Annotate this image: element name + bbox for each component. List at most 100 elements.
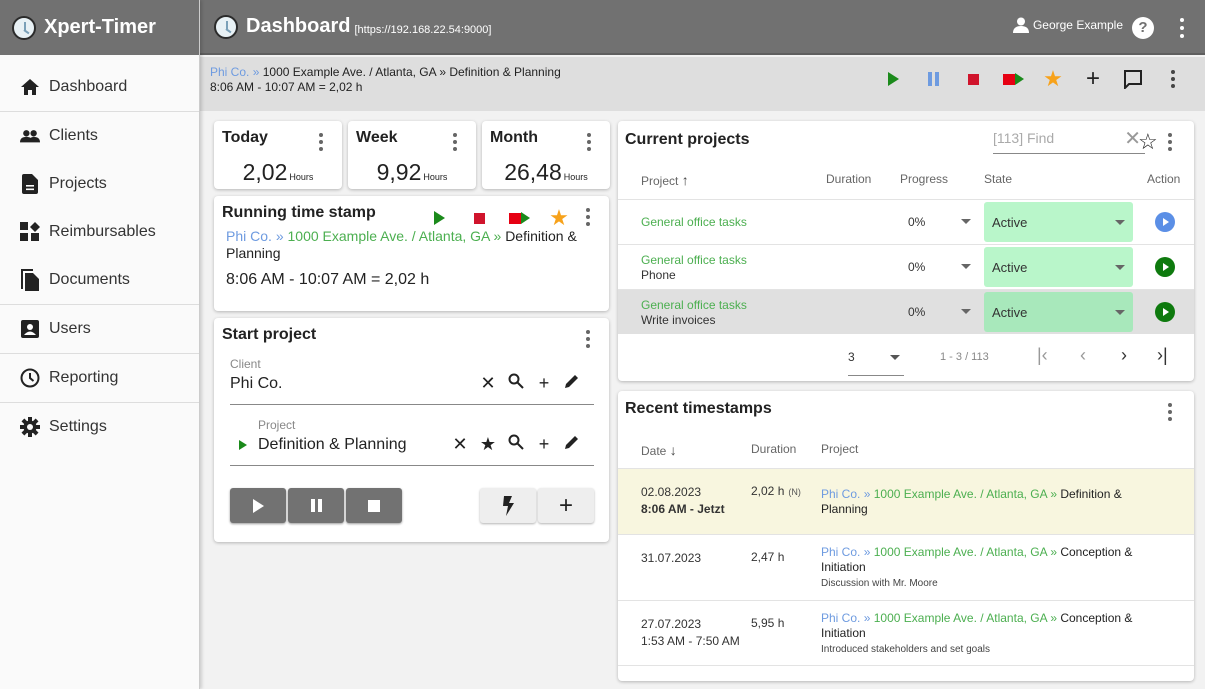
state-select[interactable]: Active: [984, 202, 1133, 242]
card-menu-button[interactable]: [1165, 133, 1175, 151]
home-icon: [20, 77, 40, 97]
favorites-star-icon[interactable]: ☆: [1138, 129, 1158, 155]
project-name[interactable]: General office tasks: [641, 253, 747, 267]
breadcrumb-client[interactable]: Phi Co.: [210, 65, 249, 79]
column-header-date[interactable]: Date ↓: [641, 442, 677, 458]
breadcrumb-project[interactable]: Definition & Planning: [449, 65, 560, 79]
sidebar-item-label: Documents: [49, 271, 130, 288]
play-button[interactable]: [873, 69, 913, 89]
stat-card-month: Month 26,48 Hours: [482, 121, 610, 189]
page-size-select[interactable]: 3: [848, 350, 904, 376]
table-row[interactable]: General office tasks Write invoices 0% A…: [618, 289, 1194, 334]
stop-icon: [473, 212, 485, 224]
project-name[interactable]: General office tasks: [641, 298, 747, 312]
person-icon: [1012, 17, 1029, 33]
sidebar-item-projects[interactable]: Projects: [0, 160, 199, 208]
card-menu-button[interactable]: [583, 330, 593, 348]
sidebar-item-users[interactable]: Users: [0, 305, 199, 353]
timestamp-duration: 2,47 h: [751, 550, 785, 564]
stop-button[interactable]: [459, 212, 499, 224]
add-button[interactable]: +: [1073, 67, 1113, 91]
sidebar-item-documents[interactable]: Documents: [0, 256, 199, 304]
next-page-button[interactable]: ›: [1121, 345, 1127, 366]
clock-logo-icon: [12, 15, 36, 40]
column-header-duration[interactable]: Duration: [826, 172, 871, 186]
progress-dropdown-icon[interactable]: [961, 219, 971, 224]
user-name: George Example: [1032, 18, 1123, 32]
timestamp-project[interactable]: Phi Co. » 1000 Example Ave. / Atlanta, G…: [821, 611, 1161, 657]
pause-button[interactable]: [288, 488, 344, 523]
play-icon: [887, 72, 899, 86]
first-page-button[interactable]: |‹: [1037, 345, 1048, 366]
stop-button[interactable]: [346, 488, 402, 523]
table-row[interactable]: General office tasks 0% Active: [618, 199, 1194, 244]
plus-icon[interactable]: +: [530, 434, 558, 455]
sidebar-item-reporting[interactable]: Reporting: [0, 354, 199, 402]
card-menu-button[interactable]: [584, 133, 594, 151]
column-header-project[interactable]: Project: [821, 442, 858, 456]
favorite-button[interactable]: ★: [1033, 66, 1073, 91]
path-client[interactable]: Phi Co.: [226, 228, 272, 244]
timestamp-row[interactable]: 27.07.2023 1:53 AM - 7:50 AM 5,95 h Phi C…: [618, 600, 1194, 666]
project-field-actions: ✕ ★ +: [446, 434, 586, 455]
progress-dropdown-icon[interactable]: [961, 309, 971, 314]
plus-icon[interactable]: +: [530, 373, 558, 394]
find-placeholder: [113] Find: [993, 130, 1055, 146]
timestamp-row[interactable]: 31.07.2023 2,47 h Phi Co. » 1000 Example…: [618, 534, 1194, 600]
more-button[interactable]: [1153, 69, 1193, 89]
play-button[interactable]: [419, 211, 459, 225]
column-header-project[interactable]: Project ↑: [641, 172, 689, 188]
card-menu-button[interactable]: [316, 133, 326, 151]
help-button[interactable]: ?: [1132, 17, 1154, 39]
timestamp-project[interactable]: Phi Co. » 1000 Example Ave. / Atlanta, G…: [821, 487, 1161, 517]
user-menu[interactable]: George Example: [1012, 17, 1123, 33]
table-row[interactable]: General office tasks Phone 0% Active: [618, 244, 1194, 289]
column-header-state[interactable]: State: [984, 172, 1012, 186]
last-page-button[interactable]: ›|: [1157, 345, 1168, 366]
find-input[interactable]: [113] Find ✕: [993, 126, 1145, 154]
state-select[interactable]: Active: [984, 292, 1133, 332]
start-button[interactable]: [230, 488, 286, 523]
switch-button[interactable]: [993, 69, 1033, 89]
card-menu-button[interactable]: [450, 133, 460, 151]
comment-button[interactable]: [1113, 69, 1153, 89]
clear-icon[interactable]: ✕: [474, 373, 502, 394]
sidebar-item-settings[interactable]: Settings: [0, 403, 199, 451]
project-name[interactable]: General office tasks: [641, 215, 747, 229]
column-header-duration[interactable]: Duration: [751, 442, 796, 456]
quick-start-button[interactable]: [480, 488, 536, 523]
project-field[interactable]: Project Definition & Planning ✕ ★ +: [230, 418, 594, 466]
clear-icon[interactable]: ✕: [446, 434, 474, 455]
breadcrumb-address[interactable]: 1000 Example Ave. / Atlanta, GA: [263, 65, 436, 79]
running-actions: ★: [419, 207, 579, 229]
sidebar-item-dashboard[interactable]: Dashboard: [0, 63, 199, 111]
progress-value: 0%: [908, 260, 926, 274]
progress-dropdown-icon[interactable]: [961, 264, 971, 269]
client-field[interactable]: Client Phi Co. ✕ +: [230, 357, 594, 405]
sidebar-item-clients[interactable]: Clients: [0, 112, 199, 160]
switch-button[interactable]: [499, 212, 539, 224]
timestamp-row[interactable]: 02.08.2023 8:06 AM - Jetzt 2,02 h (N) Phi …: [618, 468, 1194, 534]
start-project-button[interactable]: [1155, 257, 1175, 277]
state-select[interactable]: Active: [984, 247, 1133, 287]
edit-icon[interactable]: [558, 434, 586, 455]
start-project-button[interactable]: [1155, 302, 1175, 322]
star-icon: ★: [1043, 66, 1063, 91]
more-menu-button[interactable]: [1173, 18, 1191, 38]
search-icon[interactable]: [502, 434, 530, 455]
prev-page-button[interactable]: ‹: [1080, 345, 1086, 366]
add-timestamp-button[interactable]: +: [538, 488, 594, 523]
search-icon[interactable]: [502, 373, 530, 394]
path-address[interactable]: 1000 Example Ave. / Atlanta, GA: [288, 228, 490, 244]
column-header-progress[interactable]: Progress: [900, 172, 948, 186]
card-menu-button[interactable]: [583, 208, 593, 226]
edit-icon[interactable]: [558, 373, 586, 394]
stop-button[interactable]: [953, 69, 993, 89]
pause-button[interactable]: [913, 69, 953, 89]
card-menu-button[interactable]: [1165, 403, 1175, 421]
sidebar-item-reimbursables[interactable]: Reimbursables: [0, 208, 199, 256]
star-icon[interactable]: ★: [474, 434, 502, 455]
start-project-button[interactable]: [1155, 212, 1175, 232]
favorite-button[interactable]: ★: [539, 207, 579, 229]
timestamp-project[interactable]: Phi Co. » 1000 Example Ave. / Atlanta, G…: [821, 545, 1161, 591]
